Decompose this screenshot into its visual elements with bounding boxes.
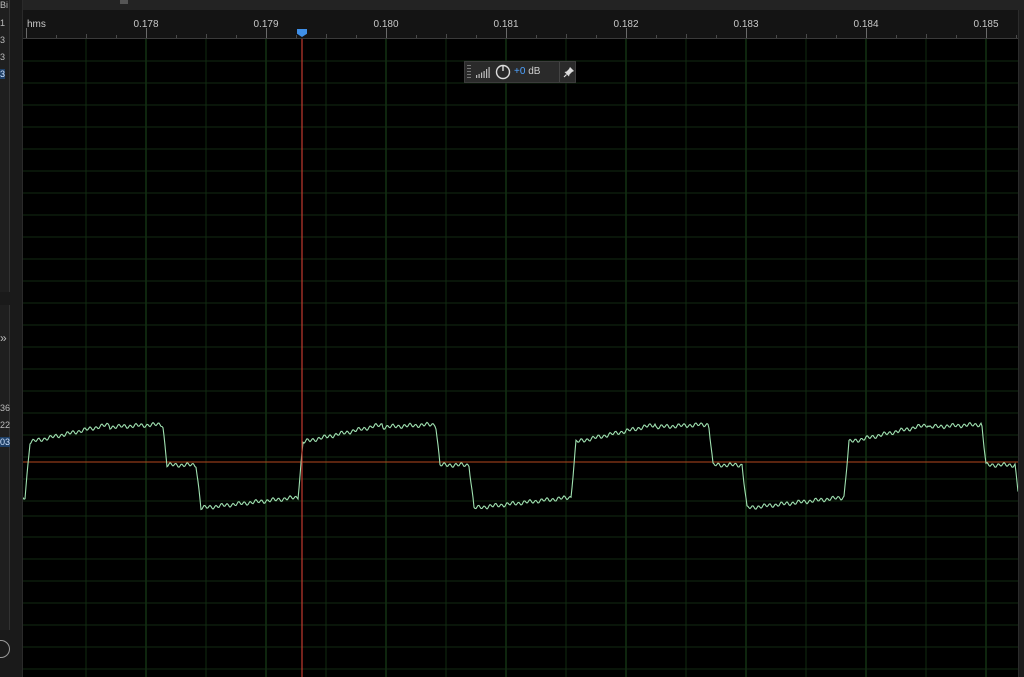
ruler-minor-tick: [326, 34, 327, 38]
ruler-unit-label: hms: [27, 19, 46, 30]
ruler-minor-tick: [716, 35, 717, 38]
ruler-minor-tick: [356, 35, 357, 38]
left-value: 22: [0, 420, 11, 430]
expand-icon[interactable]: »: [0, 331, 7, 345]
ruler-minor-tick: [836, 35, 837, 38]
ruler-minor-tick: [776, 35, 777, 38]
time-ruler[interactable]: hms 0.178 0.179 0.180 0.181 0.182 0.183 0.184 0…: [23, 10, 1018, 39]
ruler-minor-tick: [686, 34, 687, 38]
ruler-minor-tick: [656, 35, 657, 38]
left-label: 3: [0, 52, 6, 62]
ruler-minor-tick: [416, 35, 417, 38]
ruler-major-tick: [506, 28, 507, 38]
ruler-minor-tick: [806, 34, 807, 38]
gain-value: +0: [514, 66, 526, 77]
left-label: 3: [0, 35, 6, 45]
left-label-selected[interactable]: 3: [0, 69, 6, 79]
ruler-minor-tick: [536, 35, 537, 38]
ruler-minor-tick: [176, 35, 177, 38]
ruler-minor-tick: [446, 34, 447, 38]
ruler-major-tick: [866, 28, 867, 38]
ruler-minor-tick: [596, 35, 597, 38]
left-panel-lower: [0, 305, 10, 630]
ruler-minor-tick: [1016, 35, 1017, 38]
ruler-minor-tick: [116, 35, 117, 38]
round-button-icon[interactable]: [0, 640, 10, 658]
level-meter-icon[interactable]: [475, 66, 491, 78]
ruler-minor-tick: [476, 35, 477, 38]
gain-readout[interactable]: +0 dB: [514, 66, 540, 77]
ruler-minor-tick: [236, 35, 237, 38]
grip-icon[interactable]: [467, 65, 471, 79]
ruler-minor-tick: [956, 35, 957, 38]
ruler-major-tick: [146, 28, 147, 38]
ruler-major-tick: [986, 28, 987, 38]
pin-icon[interactable]: [563, 66, 575, 78]
left-value: 36: [0, 403, 11, 413]
left-value-selected[interactable]: 03: [0, 437, 11, 447]
top-scroll-thumb[interactable]: [120, 0, 128, 4]
left-panel: Bi 1 3 3 3 » 36 22 03: [0, 0, 23, 677]
ruler-minor-tick: [926, 34, 927, 38]
ruler-minor-tick: [296, 35, 297, 38]
left-label: 1: [0, 18, 6, 28]
hud-divider: [559, 62, 560, 82]
ruler-major-tick: [746, 28, 747, 38]
ruler-minor-tick: [206, 34, 207, 38]
ruler-minor-tick: [86, 34, 87, 38]
gain-knob-icon[interactable]: [495, 64, 511, 80]
vertical-scrollbar[interactable]: [1018, 10, 1024, 677]
ruler-major-tick: [386, 28, 387, 38]
gain-unit: dB: [528, 66, 541, 77]
ruler-major-tick: [626, 28, 627, 38]
ruler-major-tick: [26, 28, 27, 38]
ruler-minor-tick: [56, 35, 57, 38]
waveform-svg: [23, 39, 1018, 677]
left-label: Bi: [0, 0, 9, 10]
hud-gain-control[interactable]: +0 dB: [464, 61, 576, 83]
ruler-major-tick: [266, 28, 267, 38]
waveform-area[interactable]: [23, 39, 1018, 677]
ruler-minor-tick: [896, 35, 897, 38]
ruler-minor-tick: [566, 34, 567, 38]
